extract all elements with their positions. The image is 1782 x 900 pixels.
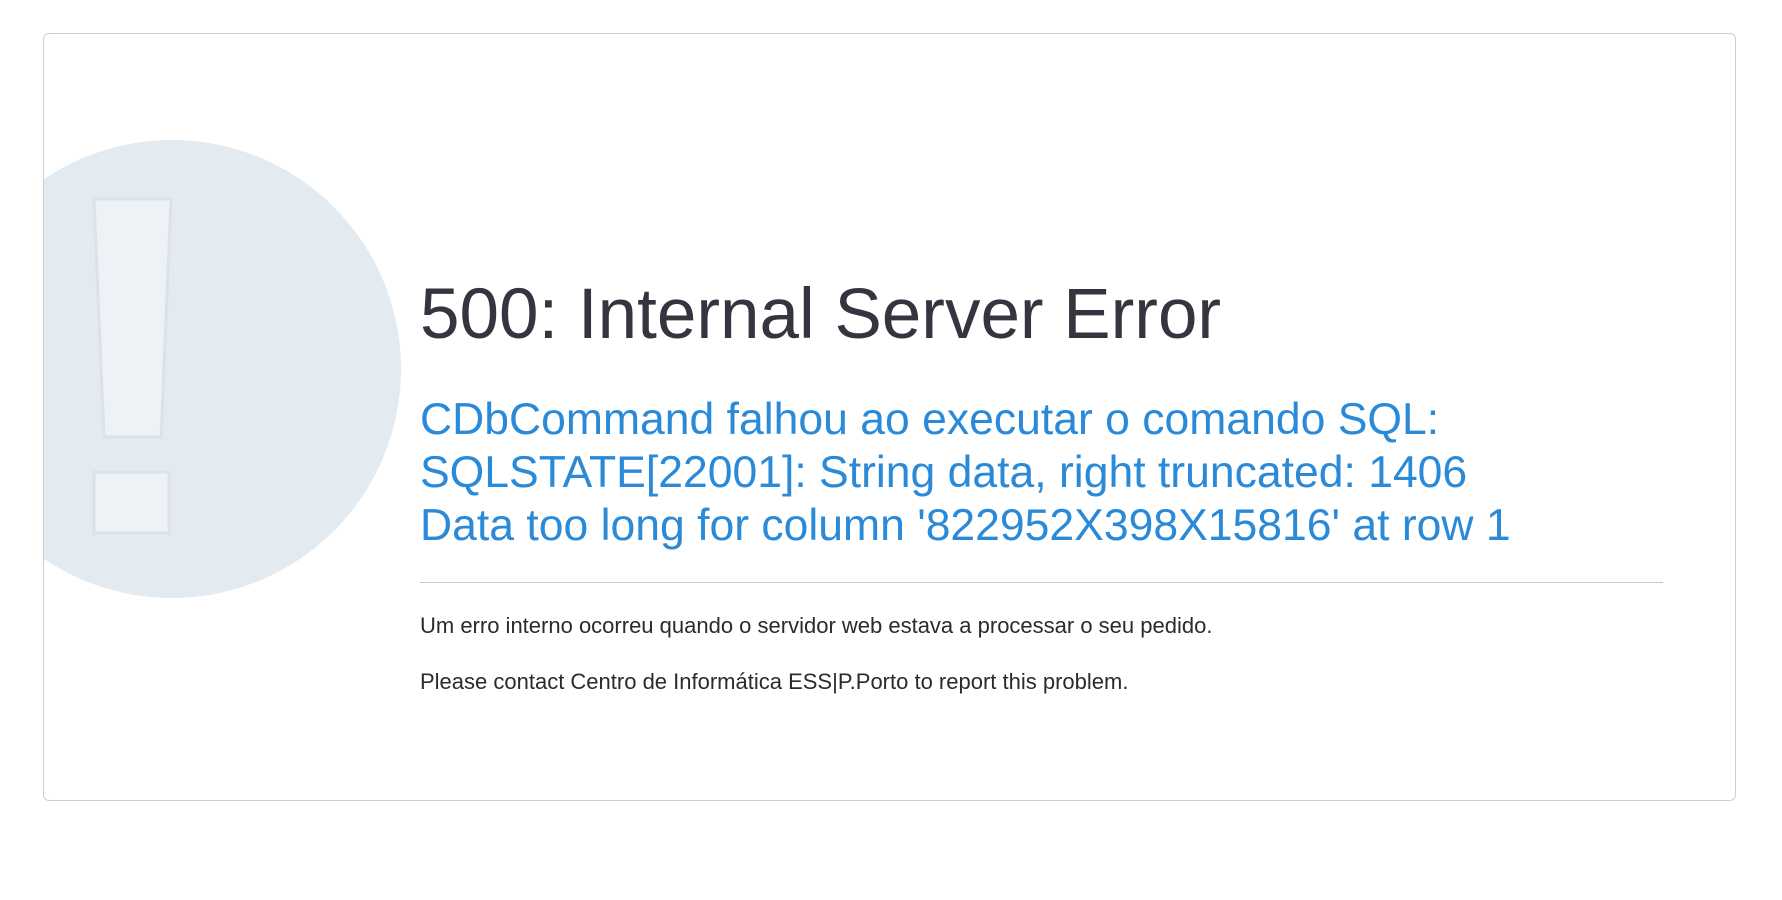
exclamation-circle-icon [44, 140, 401, 598]
error-message-line: CDbCommand falhou ao executar o comando … [420, 395, 1440, 445]
error-message-line: SQLSTATE[22001]: String data, right trun… [420, 448, 1468, 498]
divider [420, 582, 1663, 584]
error-title: 500: Internal Server Error [420, 275, 1222, 354]
error-content: 500: Internal Server Error CDbCommand fa… [420, 272, 1663, 695]
error-message: CDbCommand falhou ao executar o comando … [420, 393, 1663, 552]
error-message-line: Data too long for column '822952X398X158… [420, 501, 1511, 551]
contact-text: Please contact Centro de Informática ESS… [420, 669, 1129, 695]
error-panel: 500: Internal Server Error CDbCommand fa… [43, 33, 1736, 801]
error-description: Um erro interno ocorreu quando o servido… [420, 613, 1213, 639]
